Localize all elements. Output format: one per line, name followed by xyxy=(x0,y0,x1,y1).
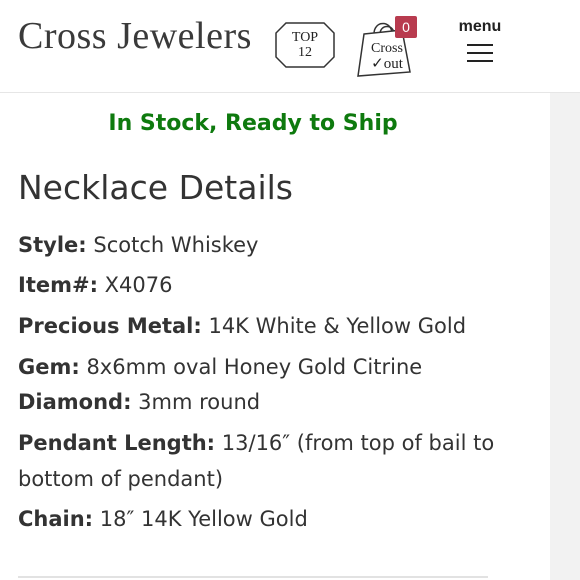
detail-label: Precious Metal: xyxy=(18,314,202,338)
brand-logo-text[interactable]: Cross Jewelers xyxy=(18,14,252,58)
detail-value: 3mm round xyxy=(131,390,261,414)
detail-style: Style: Scotch Whiskey xyxy=(18,227,258,263)
detail-diamond: Diamond: 3mm round xyxy=(18,384,260,420)
detail-precious-metal: Precious Metal: 14K White & Yellow Gold xyxy=(18,308,466,344)
menu-button[interactable]: menu xyxy=(450,18,510,70)
detail-label: Diamond: xyxy=(18,390,132,414)
detail-label: Gem: xyxy=(18,355,80,379)
detail-value: Scotch Whiskey xyxy=(86,233,259,257)
detail-label: Item#: xyxy=(18,273,98,297)
detail-chain: Chain: 18″ 14K Yellow Gold xyxy=(18,501,308,537)
detail-label: Pendant Length: xyxy=(18,431,216,455)
detail-label: Style: xyxy=(18,233,87,257)
detail-value: 18″ 14K Yellow Gold xyxy=(93,507,308,531)
site-header: Cross Jewelers TOP 12 Cross ✓out 0 menu xyxy=(0,0,580,93)
menu-label: menu xyxy=(458,18,502,35)
checkmark-icon: ✓ xyxy=(371,56,384,72)
top-12-button[interactable]: TOP 12 xyxy=(274,21,336,69)
detail-item-number: Item#: X4076 xyxy=(18,267,173,303)
detail-pendant-length: Pendant Length: 13/16″ (from top of bail… xyxy=(18,425,498,497)
stock-status: In Stock, Ready to Ship xyxy=(108,111,398,136)
detail-value: 8x6mm oval Honey Gold Citrine xyxy=(79,355,423,379)
cart-label-out-text: out xyxy=(383,56,403,72)
product-details-panel: In Stock, Ready to Ship Necklace Details… xyxy=(0,93,550,580)
cart-label-out: ✓out xyxy=(364,54,410,73)
cart-bag-button[interactable]: Cross ✓out 0 xyxy=(350,14,417,78)
detail-label: Chain: xyxy=(18,507,94,531)
cart-count-badge: 0 xyxy=(395,16,417,38)
detail-value: X4076 xyxy=(97,273,173,297)
detail-value: 14K White & Yellow Gold xyxy=(201,314,467,338)
top-12-label-number: 12 xyxy=(298,45,312,60)
hamburger-icon xyxy=(467,44,493,68)
detail-gem: Gem: 8x6mm oval Honey Gold Citrine xyxy=(18,349,422,385)
divider xyxy=(18,576,488,578)
page-title: Necklace Details xyxy=(18,168,293,207)
top-12-label-top: TOP xyxy=(291,30,319,45)
